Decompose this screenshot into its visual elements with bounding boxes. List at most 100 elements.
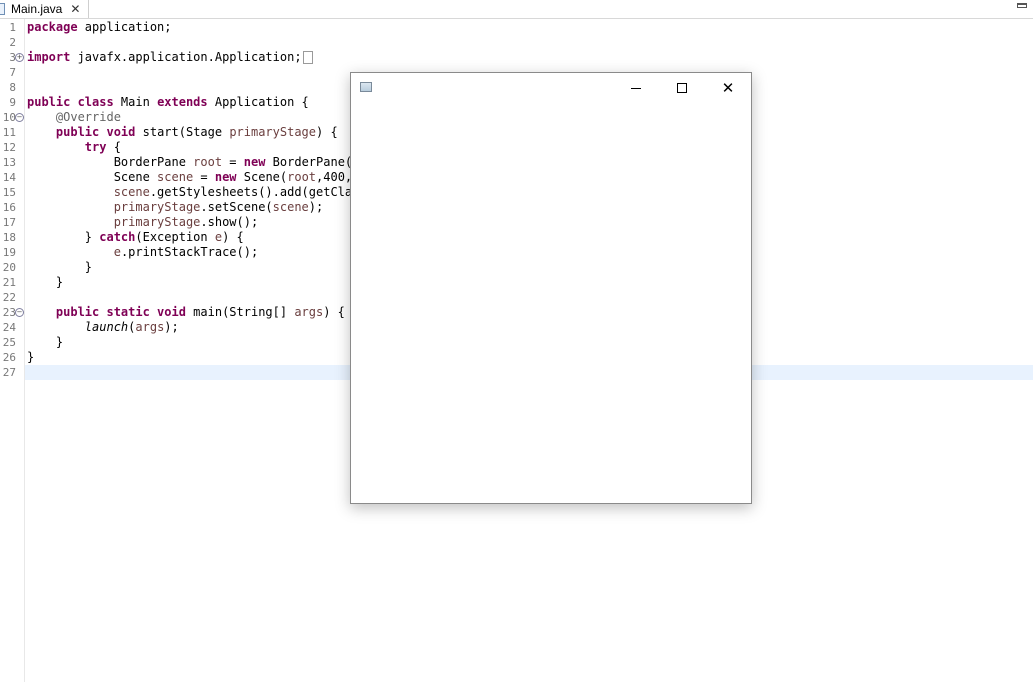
code-token: Scene( [236,170,288,184]
line-number: 16 [2,201,16,214]
code-token: BorderPane [27,155,194,169]
code-text: Scene scene = new Scene(root,400,400); [27,170,389,185]
code-token: public void [55,125,136,139]
code-token: } [27,335,64,349]
code-token: scene [113,185,150,199]
line-number: 25 [2,336,16,349]
code-line: 2 [0,35,1033,50]
code-text: } [27,260,92,275]
code-token: new [243,155,266,169]
javafx-app-window[interactable]: ✕ [350,72,752,504]
collapse-fold-icon[interactable]: − [15,113,24,122]
code-line: 3 + import javafx.application.Application; [0,50,1033,65]
line-number: 7 [9,66,16,79]
code-token: ) { [323,305,345,319]
code-token: e [113,245,121,259]
code-line: 1 package application; [0,20,1033,35]
code-token: = [193,170,215,184]
code-text: } catch(Exception e) { [27,230,244,245]
code-text: } [27,275,63,290]
code-token: primaryStage [113,200,201,214]
code-token: Main [113,95,158,109]
java-file-icon [0,3,5,15]
code-token: .show(); [200,215,259,229]
code-token: } [27,260,93,274]
code-token: scene [157,170,194,184]
tab-main-java[interactable]: Main.java ✕ [0,0,89,18]
line-number: 26 [2,351,16,364]
code-token: } [27,275,64,289]
line-number: 22 [2,291,16,304]
close-icon[interactable]: ✕ [70,2,80,16]
code-token: javafx.application.Application; [70,50,302,64]
code-text: try { [27,140,121,155]
code-text: BorderPane root = new BorderPane(); [27,155,367,170]
code-token: try [84,140,107,154]
maximize-editor-icon[interactable] [1017,3,1027,8]
code-text: launch(args); [27,320,179,335]
line-number: 17 [2,216,16,229]
code-text: package application; [27,20,172,35]
code-token: { [106,140,121,154]
line-number: 8 [9,81,16,94]
minimize-button[interactable] [613,73,659,103]
code-token: root [193,155,223,169]
line-number: 24 [2,321,16,334]
line-number: 9 [9,96,16,109]
line-number: 10 [2,111,16,124]
expand-fold-icon[interactable]: + [15,53,24,62]
line-number: 23 [2,306,16,319]
line-number: 15 [2,186,16,199]
code-token: .setScene( [200,200,273,214]
collapsed-imports-icon[interactable] [302,51,313,64]
code-token: start(Stage [135,125,230,139]
code-token: extends [157,95,208,109]
line-number: 14 [2,171,16,184]
line-number: 2 [9,36,16,49]
collapse-fold-icon[interactable]: − [15,308,24,317]
code-token: ) { [316,125,338,139]
code-token: scene [272,200,309,214]
app-window-icon [360,82,372,92]
code-text: } [27,335,63,350]
code-token: import [27,50,71,64]
code-token: root [287,170,317,184]
code-token: package [27,20,78,34]
code-token: } [27,230,100,244]
code-token: args [294,305,324,319]
line-number: 1 [9,21,16,34]
code-token: ); [164,320,179,334]
line-number: 20 [2,261,16,274]
code-token: Scene [27,170,158,184]
code-text: e.printStackTrace(); [27,245,259,260]
line-number: 13 [2,156,16,169]
code-token: public class [27,95,114,109]
line-number: 11 [2,126,16,139]
window-content-area [351,103,751,503]
code-token: new [214,170,237,184]
line-number: 3 [9,51,16,64]
editor-tab-bar: Main.java ✕ [0,0,1033,19]
code-token: ); [308,200,324,214]
code-token: application; [77,20,172,34]
close-button[interactable]: ✕ [705,73,751,103]
code-token: catch [99,230,136,244]
code-token: (Exception [135,230,215,244]
maximize-button[interactable] [659,73,705,103]
code-token: public static void [55,305,186,319]
code-token: primaryStage [229,125,317,139]
code-text: public void start(Stage primaryStage) { [27,125,338,140]
line-number: 12 [2,141,16,154]
code-text: } [27,350,34,365]
code-text: @Override [27,110,121,125]
code-text: public static void main(String[] args) { [27,305,345,320]
window-titlebar[interactable]: ✕ [351,73,751,103]
